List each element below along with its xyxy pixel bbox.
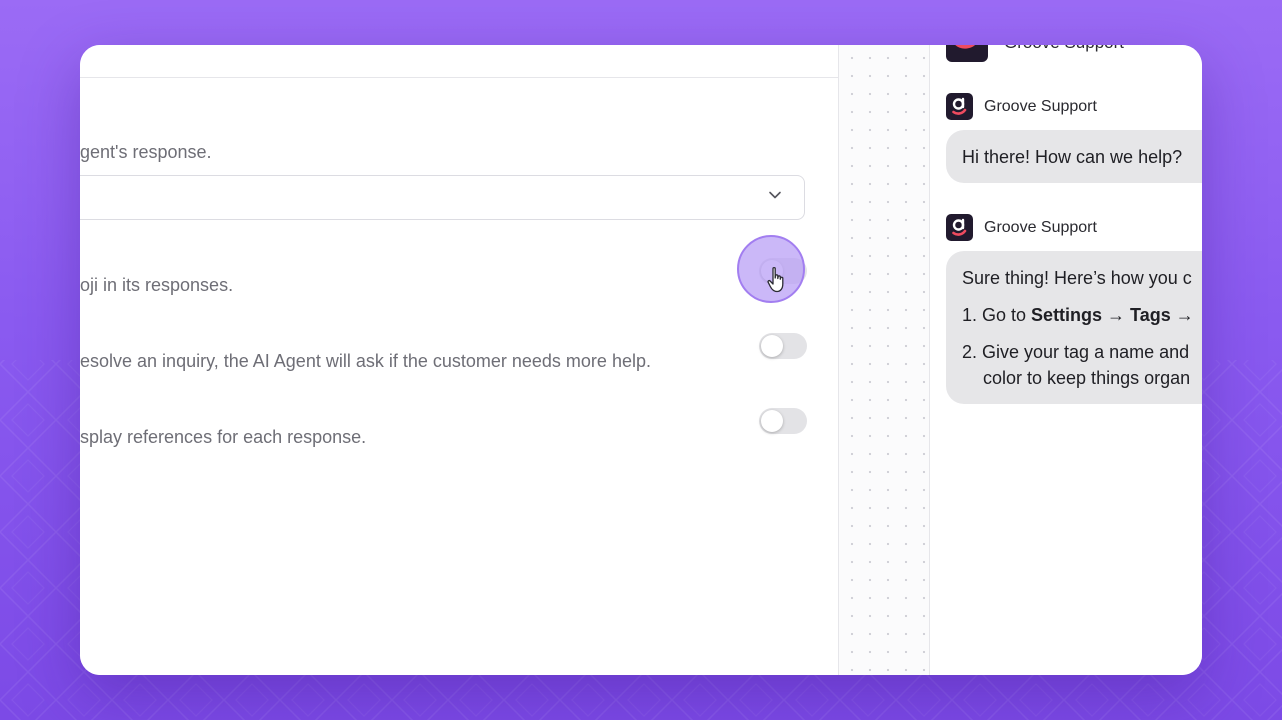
app-window: gent's response. oji in its responses. e… — [80, 45, 1202, 675]
message-intro: Sure thing! Here’s how you c — [962, 268, 1192, 288]
references-description: splay references for each response. — [80, 427, 367, 447]
message-text: Hi there! How can we help? — [962, 147, 1183, 167]
response-length-description: gent's response. — [80, 142, 212, 162]
toggle-knob — [761, 410, 783, 432]
message-step-2: 2. Give your tag a name and — [962, 342, 1190, 362]
follow-up-description: esolve an inquiry, the AI Agent will ask… — [80, 351, 651, 371]
groove-logo-icon — [946, 214, 973, 241]
panel-header-bar — [80, 45, 838, 78]
ai-agent-settings-panel: gent's response. oji in its responses. e… — [80, 45, 839, 675]
step-1-prefix: 1. Go to — [962, 305, 1032, 325]
follow-up-toggle[interactable] — [759, 333, 807, 359]
groove-logo-icon — [946, 93, 973, 120]
chevron-down-icon — [769, 191, 781, 199]
message-sender: Groove Support — [984, 219, 1097, 236]
emoji-description: oji in its responses. — [80, 275, 234, 295]
message-sender: Groove Support — [984, 98, 1097, 115]
hand-pointer-icon — [767, 266, 784, 293]
chat-header-name: Groove Support — [1004, 45, 1124, 53]
chat-message-bubble: Sure thing! Here’s how you c 1. Go to Se… — [946, 251, 1202, 404]
groove-logo-icon — [946, 45, 988, 62]
message-step-1: 1. Go to Settings → Tags → — [962, 305, 1194, 326]
step-1-path: Settings → Tags → — [1031, 305, 1194, 325]
canvas-divider-strip — [839, 45, 930, 675]
references-toggle[interactable] — [759, 408, 807, 434]
chat-preview-panel: Groove Support Groove Support Hi there! … — [930, 45, 1202, 675]
message-step-2-continued: color to keep things organ — [983, 368, 1191, 388]
chat-message-bubble: Hi there! How can we help? — [946, 130, 1202, 183]
toggle-knob — [761, 335, 783, 357]
response-length-select[interactable] — [80, 175, 805, 220]
